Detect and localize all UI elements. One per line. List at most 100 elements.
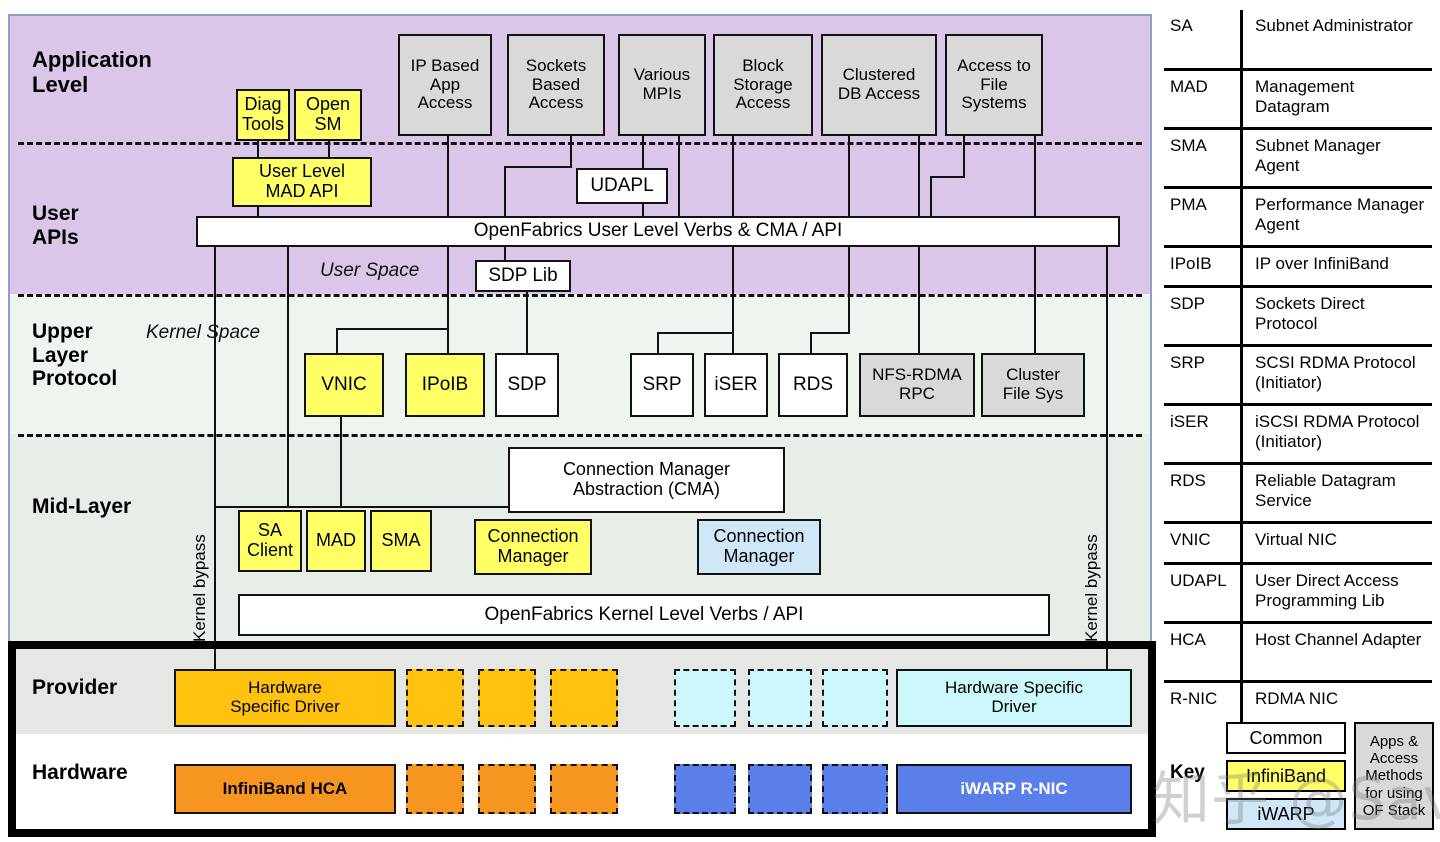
box-fs-l3: Systems — [961, 93, 1027, 113]
box-diag-tools[interactable]: Diag Tools — [236, 89, 290, 141]
layer-label-user-apis-l2: APIs — [32, 225, 79, 249]
box-fs-l1: Access to — [957, 55, 1031, 75]
layer-label-provider: Provider — [32, 676, 118, 699]
placeholder-provider-cyan-3 — [822, 669, 888, 727]
legend-abbr: SRP — [1170, 353, 1205, 372]
placeholder-hardware-orange-3 — [550, 764, 618, 814]
box-cma[interactable]: Connection Manager Abstraction (CMA) — [508, 447, 785, 513]
box-mad-api-l2: MAD API — [265, 181, 339, 201]
box-hsd-iw-l2: Driver — [991, 697, 1037, 716]
diagram-root: Application Level User APIs Upper Layer … — [0, 0, 1440, 842]
box-cfs-l2: File Sys — [1002, 384, 1064, 403]
legend-abbr: SDP — [1170, 294, 1205, 313]
box-block-l3: Access — [735, 93, 791, 113]
legend-abbr: VNIC — [1170, 530, 1211, 549]
legend-row: iSER iSCSI RDMA Protocol (Initiator) — [1164, 406, 1432, 465]
box-sma[interactable]: SMA — [370, 510, 432, 572]
legend-row: SRP SCSI RDMA Protocol (Initiator) — [1164, 347, 1432, 406]
box-hardware-specific-driver-iwarp[interactable]: Hardware Specific Driver — [896, 669, 1132, 727]
placeholder-provider-gold-3 — [550, 669, 618, 727]
layer-label-user-apis-l1: User — [32, 202, 79, 225]
key-apps-l1: Apps & — [1369, 733, 1419, 751]
layer-label-application-l2: Level — [32, 71, 89, 97]
layer-label-ulp: Upper Layer Protocol — [32, 320, 117, 391]
box-access-to-file-systems[interactable]: Access to File Systems — [945, 34, 1043, 136]
wire-ipapp-2 — [447, 166, 449, 363]
box-cfs-l1: Cluster — [1006, 365, 1060, 385]
layer-label-mid: Mid-Layer — [32, 495, 132, 518]
legend-row: IPoIB IP over InfiniBand — [1164, 248, 1432, 288]
band-upper-layer-protocol — [10, 294, 1150, 434]
layer-label-ulp-l2: Layer — [32, 343, 89, 367]
box-sdp-lib[interactable]: SDP Lib — [475, 260, 571, 292]
legend-row: SDP Sockets Direct Protocol — [1164, 288, 1432, 347]
box-sockets-l3: Access — [528, 93, 584, 113]
wire-vnic-top — [336, 328, 449, 330]
box-block-storage-access[interactable]: Block Storage Access — [713, 34, 813, 136]
legend-desc: Management Datagram — [1255, 77, 1355, 117]
key-infiniband-swatch: InfiniBand — [1226, 760, 1346, 792]
box-srp[interactable]: SRP — [630, 353, 694, 417]
key-apps-l3: Methods — [1365, 767, 1423, 785]
box-mad[interactable]: MAD — [306, 510, 366, 572]
label-kernel-bypass-left: Kernel bypass — [190, 534, 209, 642]
key-apps-l2: Access — [1369, 750, 1419, 768]
layer-label-hardware: Hardware — [32, 761, 128, 784]
placeholder-hardware-orange-2 — [478, 764, 536, 814]
box-sockets-based-access[interactable]: Sockets Based Access — [507, 34, 605, 136]
layer-label-ulp-l3: Protocol — [32, 367, 118, 391]
box-diag-tools-l1: Diag — [244, 94, 282, 115]
bar-openfabrics-user-level-verbs[interactable]: OpenFabrics User Level Verbs & CMA / API — [196, 216, 1120, 247]
legend-abbr: HCA — [1170, 630, 1206, 649]
box-udapl[interactable]: UDAPL — [576, 168, 668, 204]
key-common-swatch: Common — [1226, 722, 1346, 754]
wire-fs-1 — [1034, 136, 1036, 364]
placeholder-hardware-blue-2 — [748, 764, 812, 814]
box-sockets-l1: Sockets — [525, 55, 587, 75]
box-nfs-l1: NFS-RDMA — [872, 365, 962, 385]
box-sa-l2: Client — [246, 540, 294, 560]
box-ipoib[interactable]: IPoIB — [405, 353, 485, 417]
box-rds[interactable]: RDS — [778, 353, 848, 417]
box-various-mpis[interactable]: Various MPIs — [618, 34, 706, 136]
box-open-sm[interactable]: Open SM — [294, 89, 362, 141]
box-block-l1: Block — [742, 55, 784, 75]
box-open-sm-l1: Open — [305, 94, 351, 115]
wire-sock-3 — [504, 166, 506, 262]
legend-desc: Sockets Direct Protocol — [1255, 294, 1365, 334]
key-apps-access-methods-swatch: Apps & Access Methods for using OF Stack — [1354, 722, 1434, 830]
box-sdp[interactable]: SDP — [495, 353, 559, 417]
wire-db-2 — [810, 332, 850, 334]
box-block-l2: Storage — [733, 74, 793, 94]
box-iser[interactable]: iSER — [704, 353, 768, 417]
box-cm-ib-l2: Manager — [497, 546, 569, 566]
box-hardware-specific-driver-ib[interactable]: Hardware Specific Driver — [174, 669, 396, 727]
key-iwarp-swatch: iWARP — [1226, 798, 1346, 830]
box-vnic[interactable]: VNIC — [304, 353, 384, 417]
box-cluster-file-sys[interactable]: Cluster File Sys — [981, 353, 1085, 417]
legend-desc: Reliable Datagram Service — [1255, 471, 1396, 511]
bar-openfabrics-kernel-level-verbs[interactable]: OpenFabrics Kernel Level Verbs / API — [238, 594, 1050, 636]
divider-app-user — [18, 142, 1142, 145]
box-cma-l2: Abstraction (CMA) — [572, 479, 721, 499]
legend-row: SA Subnet Administrator — [1164, 10, 1432, 71]
box-iwarp-rnic[interactable]: iWARP R-NIC — [896, 764, 1132, 814]
layer-label-user-apis: User APIs — [32, 202, 79, 249]
box-nfs-rdma-rpc[interactable]: NFS-RDMA RPC — [859, 353, 975, 417]
box-ip-based-app-access[interactable]: IP Based App Access — [398, 34, 492, 136]
box-connection-manager-iwarp[interactable]: Connection Manager — [697, 519, 821, 575]
box-user-level-mad-api[interactable]: User Level MAD API — [232, 157, 372, 207]
box-cm-ib-l1: Connection — [487, 526, 579, 547]
box-db-l1: Clustered — [842, 65, 916, 85]
legend-row: HCA Host Channel Adapter — [1164, 624, 1432, 683]
box-open-sm-l2: SM — [314, 114, 342, 134]
box-clustered-db-access[interactable]: Clustered DB Access — [821, 34, 937, 136]
placeholder-provider-gold-2 — [478, 669, 536, 727]
box-connection-manager-ib[interactable]: Connection Manager — [474, 519, 592, 575]
placeholder-hardware-blue-3 — [822, 764, 888, 814]
label-user-space: User Space — [320, 260, 420, 281]
legend-row: UDAPL User Direct Access Programming Lib — [1164, 565, 1432, 624]
box-sa-client[interactable]: SA Client — [238, 510, 302, 572]
box-infiniband-hca[interactable]: InfiniBand HCA — [174, 764, 396, 814]
wire-nfs-1 — [918, 136, 920, 364]
